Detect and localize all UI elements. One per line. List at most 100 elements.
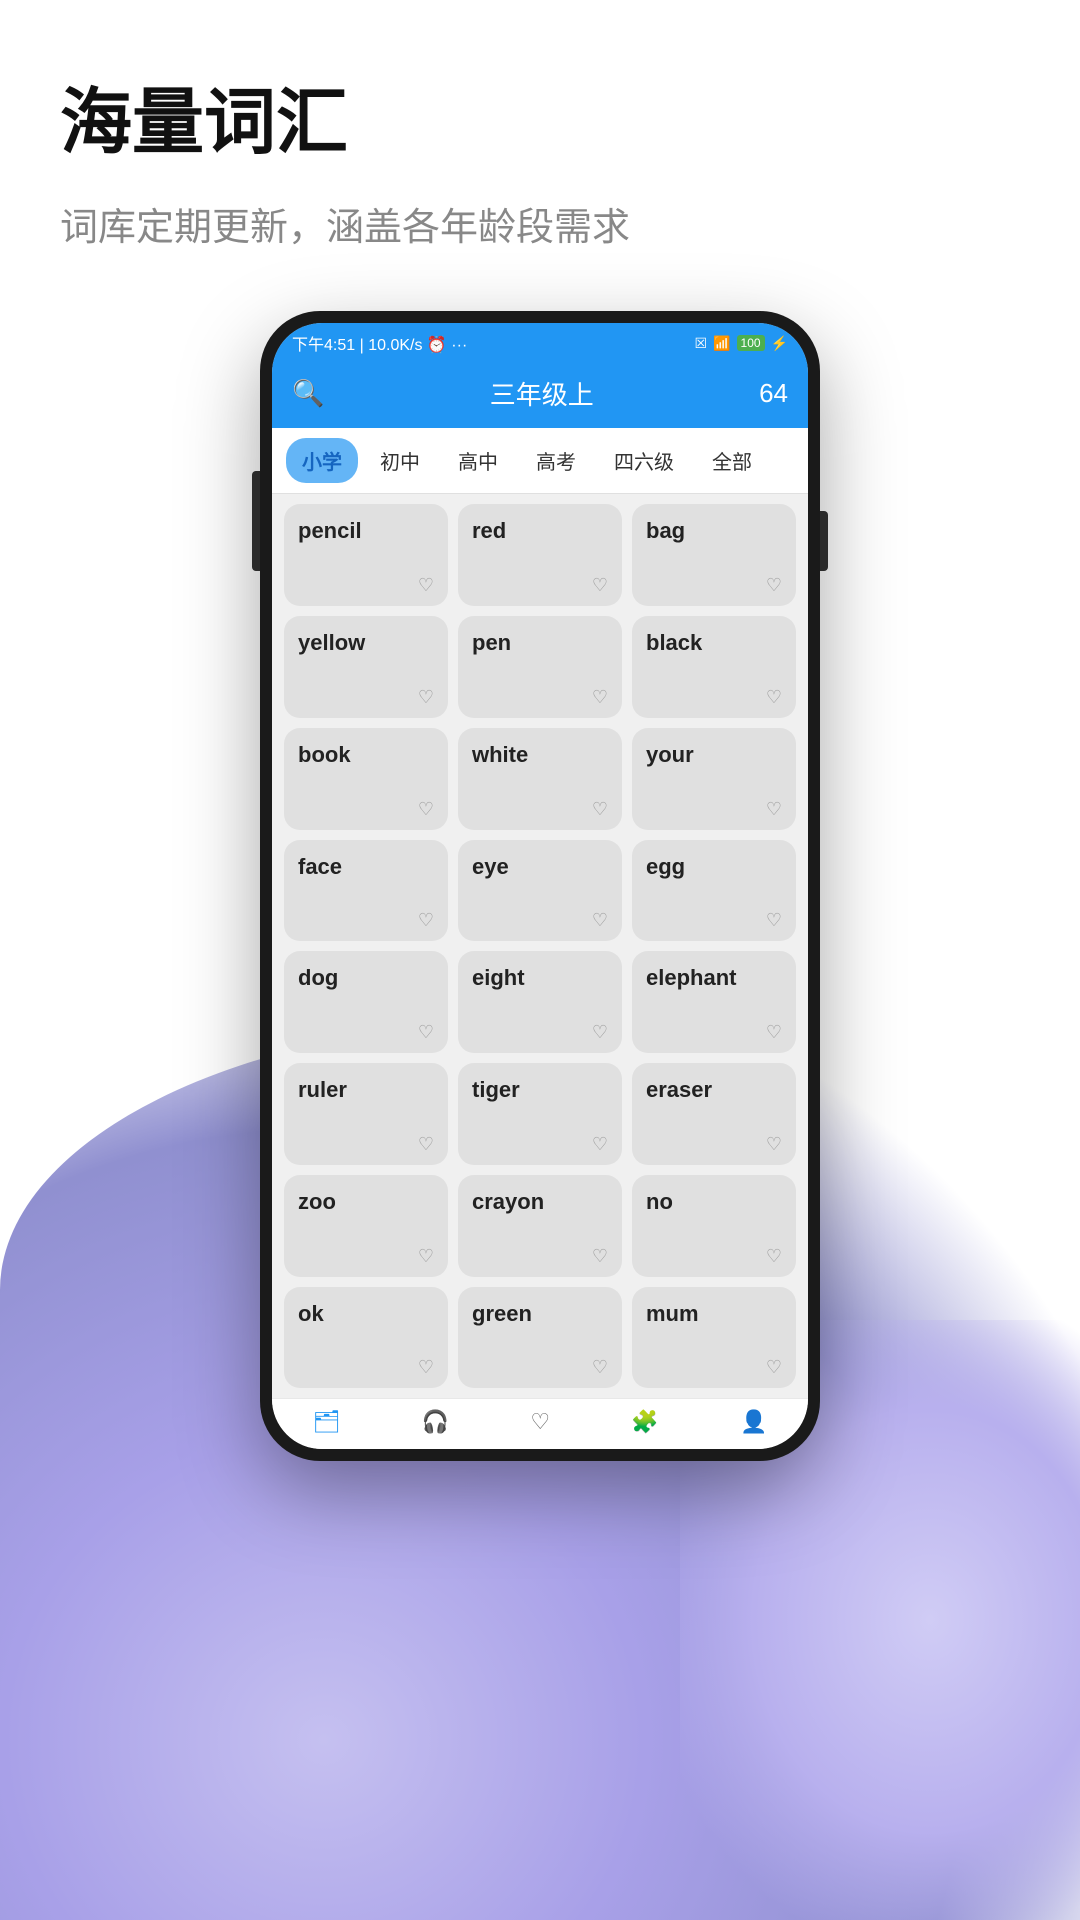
word-card[interactable]: green ♡ [458,1287,622,1389]
word-label: zoo [298,1189,336,1215]
word-label: pencil [298,518,362,544]
tab-all[interactable]: 全部 [696,438,768,483]
word-card[interactable]: red ♡ [458,504,622,606]
word-label: eight [472,965,525,991]
word-label: ruler [298,1077,347,1103]
favorite-icon[interactable]: ♡ [592,575,608,596]
favorite-icon[interactable]: ♡ [766,910,782,931]
word-label: eraser [646,1077,712,1103]
favorite-icon[interactable]: ♡ [418,799,434,820]
listen-icon: 🎧 [422,1409,449,1435]
header-title: 三年级上 [490,375,594,412]
word-card[interactable]: yellow ♡ [284,616,448,718]
word-card[interactable]: eraser ♡ [632,1063,796,1165]
favorite-icon[interactable]: ♡ [766,1022,782,1043]
word-card[interactable]: face ♡ [284,840,448,942]
favorite-icon[interactable]: ♡ [592,1022,608,1043]
nav-wordbook[interactable]: 🗂 [313,1409,341,1435]
favorite-icon[interactable]: ♡ [766,575,782,596]
word-card[interactable]: your ♡ [632,728,796,830]
word-card[interactable]: bag ♡ [632,504,796,606]
practice-icon: 🧩 [631,1409,658,1435]
word-card[interactable]: black ♡ [632,616,796,718]
favorite-icon[interactable]: ♡ [592,687,608,708]
favorite-icon[interactable]: ♡ [418,910,434,931]
favorite-icon[interactable]: ♡ [418,1134,434,1155]
favorite-icon[interactable]: ♡ [418,1357,434,1378]
word-card[interactable]: pen ♡ [458,616,622,718]
word-count-badge: 64 [759,378,788,409]
word-label: green [472,1301,532,1327]
favorite-icon[interactable]: ♡ [592,1357,608,1378]
word-label: pen [472,630,511,656]
nav-profile[interactable]: 👤 [740,1409,767,1435]
wordbook-icon: 🗂 [313,1409,341,1435]
word-label: egg [646,854,685,880]
favorite-icon[interactable]: ♡ [766,687,782,708]
phone-wrapper: 下午4:51 | 10.0K/s ⏰ ··· ☒ 📶 100 ⚡ 🔍 三年级上 [60,311,1020,1461]
favorite-icon[interactable]: ♡ [418,1246,434,1267]
word-card[interactable]: tiger ♡ [458,1063,622,1165]
favorite-icon[interactable]: ♡ [766,1134,782,1155]
page-subtitle: 词库定期更新，涵盖各年龄段需求 [60,196,1020,251]
word-card[interactable]: elephant ♡ [632,951,796,1053]
page-background: 海量词汇 词库定期更新，涵盖各年龄段需求 下午4:51 | 10.0K/s ⏰ … [0,0,1080,1920]
favorite-icon[interactable]: ♡ [592,799,608,820]
nav-favorites[interactable]: ♡ [530,1409,550,1435]
word-label: no [646,1189,673,1215]
word-label: white [472,742,528,768]
word-card[interactable]: ok ♡ [284,1287,448,1389]
tab-middle[interactable]: 初中 [364,438,436,483]
word-label: book [298,742,351,768]
status-time: 下午4:51 | 10.0K/s ⏰ ··· [292,331,467,355]
favorite-icon[interactable]: ♡ [418,1022,434,1043]
word-label: face [298,854,342,880]
word-card[interactable]: eye ♡ [458,840,622,942]
favorite-icon[interactable]: ♡ [418,687,434,708]
phone-screen: 下午4:51 | 10.0K/s ⏰ ··· ☒ 📶 100 ⚡ 🔍 三年级上 [272,323,808,1449]
word-label: bag [646,518,685,544]
tab-cet[interactable]: 四六级 [598,438,690,483]
status-bar: 下午4:51 | 10.0K/s ⏰ ··· ☒ 📶 100 ⚡ [272,323,808,363]
favorite-icon[interactable]: ♡ [592,910,608,931]
bottom-nav: 🗂 🎧 ♡ 🧩 👤 [272,1398,808,1449]
tab-high[interactable]: 高中 [442,438,514,483]
word-label: dog [298,965,338,991]
tab-elementary[interactable]: 小学 [286,438,358,483]
word-card[interactable]: egg ♡ [632,840,796,942]
word-grid: pencil ♡ red ♡ bag ♡ yellow ♡ pen ♡ blac… [272,494,808,1398]
favorite-icon[interactable]: ♡ [766,1357,782,1378]
favorite-icon[interactable]: ♡ [418,575,434,596]
wifi-icon: 📶 [713,335,730,352]
favorite-icon[interactable]: ♡ [766,1246,782,1267]
word-card[interactable]: white ♡ [458,728,622,830]
status-icons: ☒ 📶 100 ⚡ [695,335,788,352]
word-label: tiger [472,1077,520,1103]
word-label: mum [646,1301,699,1327]
profile-icon: 👤 [740,1409,767,1435]
app-header: 🔍 三年级上 64 [272,363,808,428]
search-icon[interactable]: 🔍 [292,378,324,409]
word-label: eye [472,854,509,880]
word-card[interactable]: pencil ♡ [284,504,448,606]
heart-nav-icon: ♡ [530,1409,550,1435]
favorite-icon[interactable]: ♡ [592,1134,608,1155]
charge-icon: ⚡ [771,335,788,352]
word-card[interactable]: mum ♡ [632,1287,796,1389]
word-label: elephant [646,965,736,991]
nav-practice[interactable]: 🧩 [631,1409,658,1435]
word-card[interactable]: eight ♡ [458,951,622,1053]
word-card[interactable]: no ♡ [632,1175,796,1277]
word-label: yellow [298,630,365,656]
content-area: 海量词汇 词库定期更新，涵盖各年龄段需求 下午4:51 | 10.0K/s ⏰ … [0,0,1080,1461]
favorite-icon[interactable]: ♡ [592,1246,608,1267]
tab-gaokao[interactable]: 高考 [520,438,592,483]
nav-listen[interactable]: 🎧 [422,1409,449,1435]
word-card[interactable]: zoo ♡ [284,1175,448,1277]
word-card[interactable]: ruler ♡ [284,1063,448,1165]
word-card[interactable]: crayon ♡ [458,1175,622,1277]
favorite-icon[interactable]: ♡ [766,799,782,820]
word-card[interactable]: dog ♡ [284,951,448,1053]
sim-icon: ☒ [695,335,708,352]
word-card[interactable]: book ♡ [284,728,448,830]
